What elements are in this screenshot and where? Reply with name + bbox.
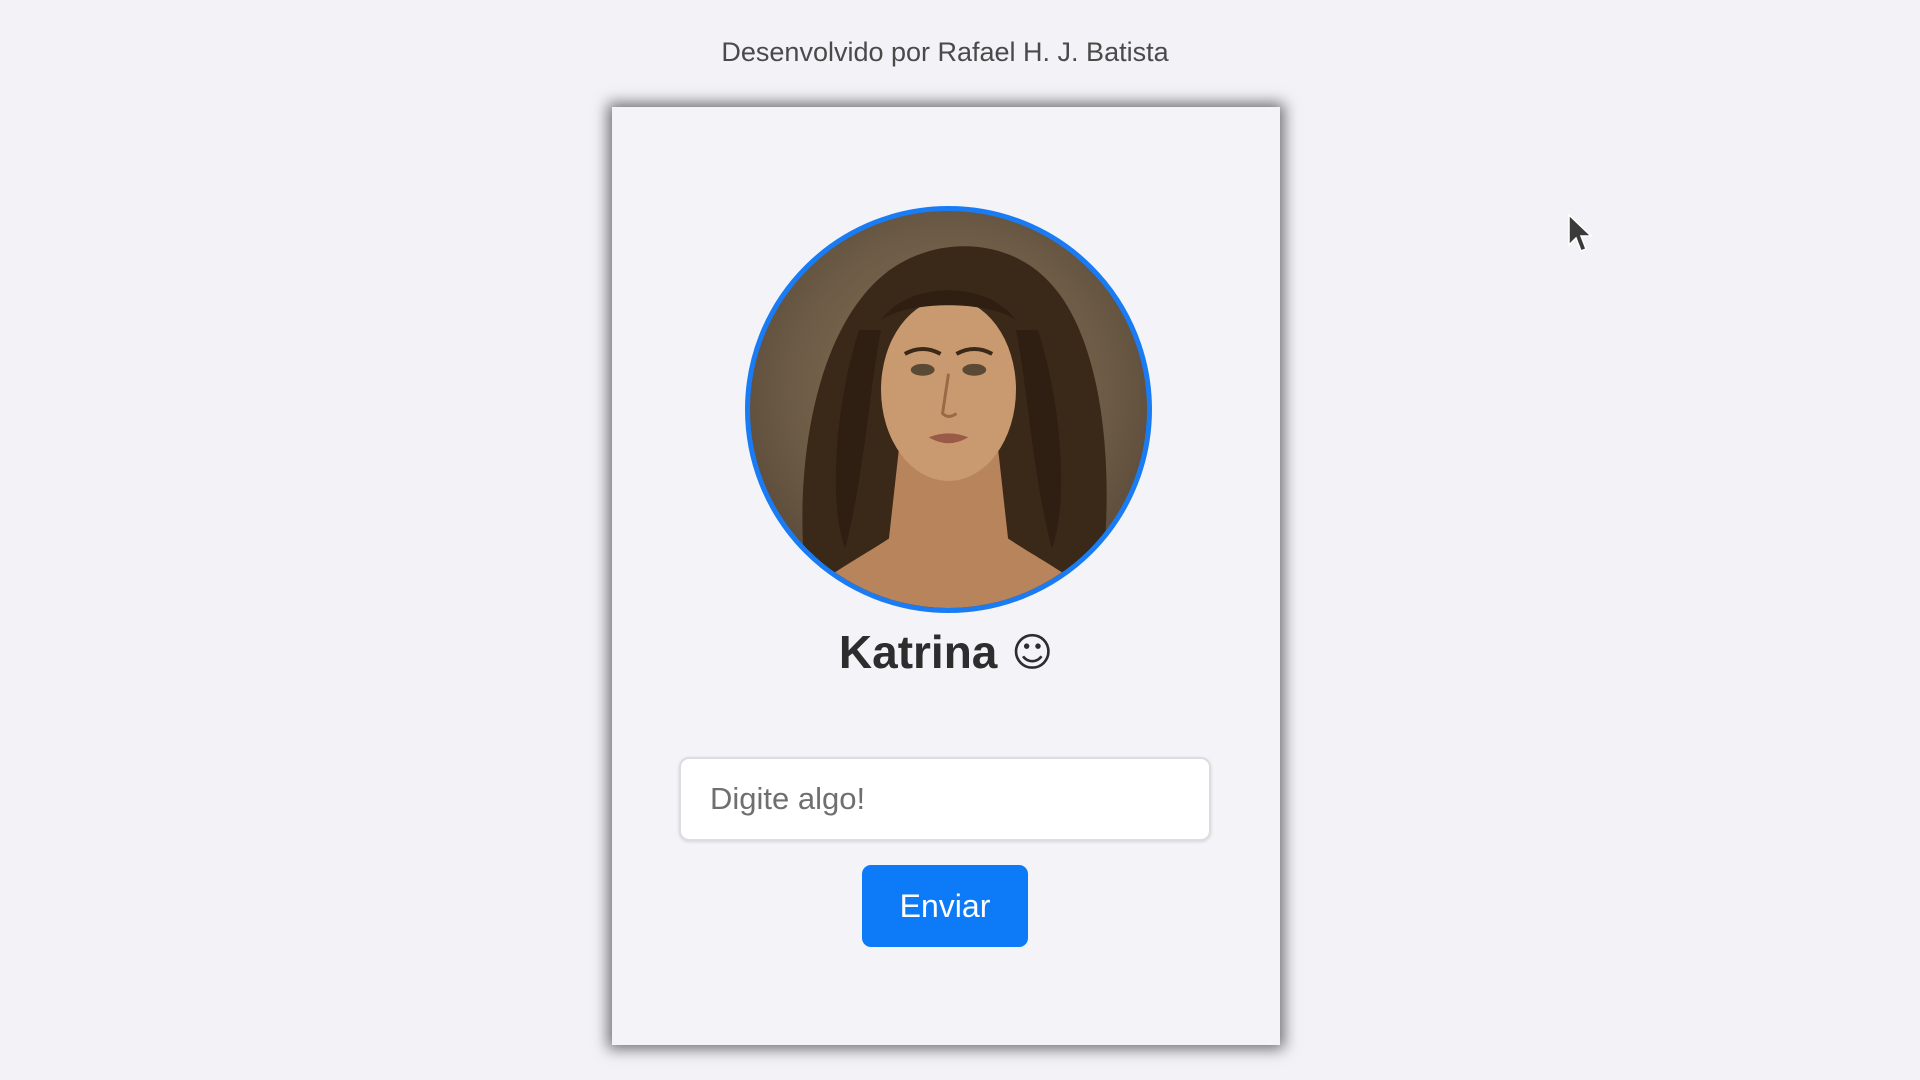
profile-name: Katrina bbox=[838, 626, 998, 678]
smiley-icon: ☺ bbox=[1011, 630, 1054, 676]
chat-card: Katrina ☺ Enviar bbox=[612, 107, 1280, 1045]
message-input[interactable] bbox=[679, 757, 1211, 841]
avatar-portrait bbox=[789, 246, 1108, 608]
avatar bbox=[745, 206, 1152, 613]
profile-name-row: Katrina ☺ bbox=[612, 625, 1280, 679]
developer-credit: Desenvolvido por Rafael H. J. Batista bbox=[721, 37, 1169, 67]
mouse-pointer-icon bbox=[1568, 213, 1593, 252]
send-button[interactable]: Enviar bbox=[862, 865, 1028, 947]
